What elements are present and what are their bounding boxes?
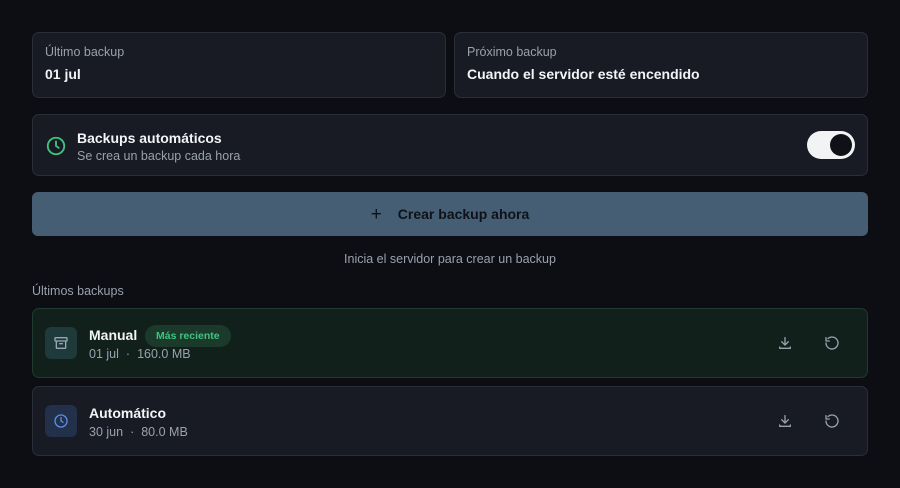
clock-icon xyxy=(46,136,66,156)
download-button[interactable] xyxy=(773,331,797,355)
last-backup-value: 01 jul xyxy=(45,66,81,82)
plus-icon: + xyxy=(370,203,382,225)
backup-date: 01 jul xyxy=(89,347,119,361)
backup-row: Automático 30 jun · 80.0 MB xyxy=(32,386,868,456)
archive-icon xyxy=(45,327,77,359)
auto-backups-subtitle: Se crea un backup cada hora xyxy=(77,149,241,163)
auto-backups-title: Backups automáticos xyxy=(77,130,222,146)
create-backup-button[interactable]: + Crear backup ahora xyxy=(32,192,868,236)
start-server-hint: Inicia el servidor para crear un backup xyxy=(344,252,556,266)
backup-date: 30 jun xyxy=(89,425,124,439)
toggle-knob xyxy=(830,134,852,156)
backup-title: Automático xyxy=(89,405,166,421)
meta-separator: · xyxy=(125,347,131,361)
backup-meta: 30 jun · 80.0 MB xyxy=(89,425,188,439)
auto-backups-toggle[interactable] xyxy=(807,131,855,159)
meta-separator: · xyxy=(130,425,135,439)
last-backup-label: Último backup xyxy=(45,45,125,59)
download-icon xyxy=(779,337,791,349)
auto-backups-card: Backups automáticos Se crea un backup ca… xyxy=(32,114,868,176)
create-backup-label: Crear backup ahora xyxy=(397,206,530,222)
backup-meta: 01 jul · 160.0 MB xyxy=(89,347,191,361)
most-recent-badge: Más reciente xyxy=(145,325,231,347)
backup-size: 160.0 MB xyxy=(137,347,191,361)
backup-row: Manual Más reciente 01 jul · 160.0 MB xyxy=(32,308,868,378)
download-button[interactable] xyxy=(773,409,797,433)
restore-icon xyxy=(825,336,839,350)
recent-backups-title: Últimos backups xyxy=(32,284,124,298)
restore-icon xyxy=(825,414,839,428)
restore-button[interactable] xyxy=(820,331,844,355)
last-backup-card: Último backup 01 jul xyxy=(32,32,446,98)
download-icon xyxy=(779,415,791,427)
backup-size: 80.0 MB xyxy=(141,425,188,439)
next-backup-value: Cuando el servidor esté encendido xyxy=(467,66,700,82)
backup-title: Manual xyxy=(89,327,138,343)
next-backup-label: Próximo backup xyxy=(467,45,557,59)
clock-icon xyxy=(45,405,77,437)
restore-button[interactable] xyxy=(820,409,844,433)
next-backup-card: Próximo backup Cuando el servidor esté e… xyxy=(454,32,868,98)
